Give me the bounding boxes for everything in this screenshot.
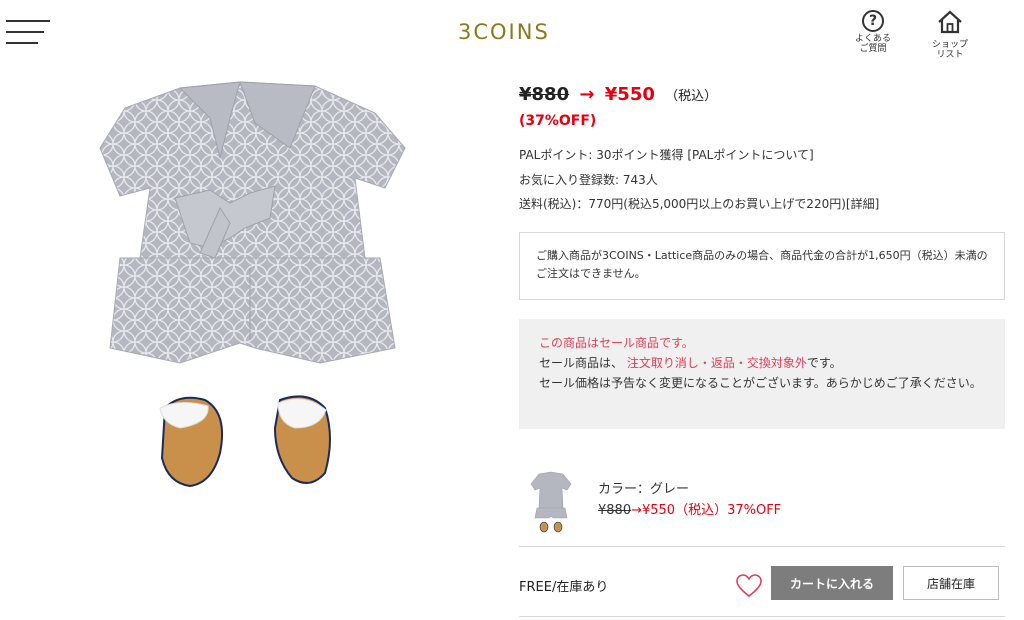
variant-price: ¥880→¥550（税込）37%OFF <box>598 499 781 518</box>
variant-price-old: ¥880 <box>598 503 632 518</box>
site-logo[interactable]: 3COINS <box>458 20 550 44</box>
shipping-text: 送料(税込)：770円(税込5,000円以上のお買い上げで220円) <box>519 197 846 211</box>
tax-label: （税込） <box>665 89 718 104</box>
variant-color: カラー：グレー <box>598 482 690 497</box>
faq-link[interactable]: ? よくある ご質問 <box>843 10 903 54</box>
sale-notice: この商品はセール商品です。 セール商品は、 注文取り消し・返品・交換対象外です。… <box>519 319 1005 429</box>
shop-list-link[interactable]: ショップ リスト <box>920 10 980 60</box>
sale-price: ¥550 <box>604 84 655 105</box>
add-to-cart-button[interactable]: カートに入れる <box>771 566 893 600</box>
variant-thumbnail[interactable] <box>529 468 573 534</box>
question-circle-icon: ? <box>862 10 884 32</box>
sale-line2-suffix: です。 <box>806 356 842 370</box>
shipping-detail-link[interactable]: [詳細] <box>846 197 879 211</box>
discount-percent: (37%OFF) <box>519 113 597 129</box>
shipping-info: 送料(税込)：770円(税込5,000円以上のお買い上げで220円)[詳細] <box>519 195 879 212</box>
home-icon <box>938 10 962 34</box>
shoe-right <box>273 395 331 484</box>
points-text: PALポイント: 30ポイント獲得 <box>519 148 688 162</box>
points-link[interactable]: [PALポイントについて] <box>687 148 813 162</box>
shoe-left <box>159 396 224 488</box>
sale-notice-line2: セール商品は、 注文取り消し・返品・交換対象外です。 <box>539 353 985 373</box>
sale-line2-highlight: 注文取り消し・返品・交換対象外 <box>626 356 807 370</box>
sale-line2-prefix: セール商品は、 <box>539 356 624 370</box>
shop-list-label: ショップ リスト <box>931 40 968 60</box>
points-info: PALポイント: 30ポイント獲得 [PALポイントについて] <box>519 146 814 163</box>
size-stock-status: FREE/在庫あり <box>519 580 609 595</box>
hamburger-menu-icon[interactable] <box>6 20 52 46</box>
favorites-count: お気に入り登録数: 743人 <box>519 173 658 187</box>
sale-notice-line3: セール価格は予告なく変更になることがございます。あらかじめご了承ください。 <box>539 376 982 390</box>
sale-notice-line1: この商品はセール商品です。 <box>539 336 694 350</box>
favorite-heart-icon[interactable] <box>736 574 762 598</box>
original-price: ¥880 <box>519 84 570 105</box>
price-arrow: → <box>579 84 595 105</box>
price-row: ¥880 → ¥550 （税込） <box>519 84 717 105</box>
variant-price-new: →¥550（税込）37%OFF <box>631 503 782 518</box>
minimum-order-notice: ご購入商品が3COINS・Lattice商品のみの場合、商品代金の合計が1,65… <box>519 232 1005 300</box>
variant-row: カラー：グレー ¥880→¥550（税込）37%OFF <box>519 462 1005 546</box>
divider <box>519 546 1005 547</box>
faq-label: よくある ご質問 <box>854 34 891 54</box>
product-image[interactable] <box>80 78 420 498</box>
store-stock-button[interactable]: 店舗在庫 <box>903 566 999 600</box>
divider <box>519 616 1005 617</box>
